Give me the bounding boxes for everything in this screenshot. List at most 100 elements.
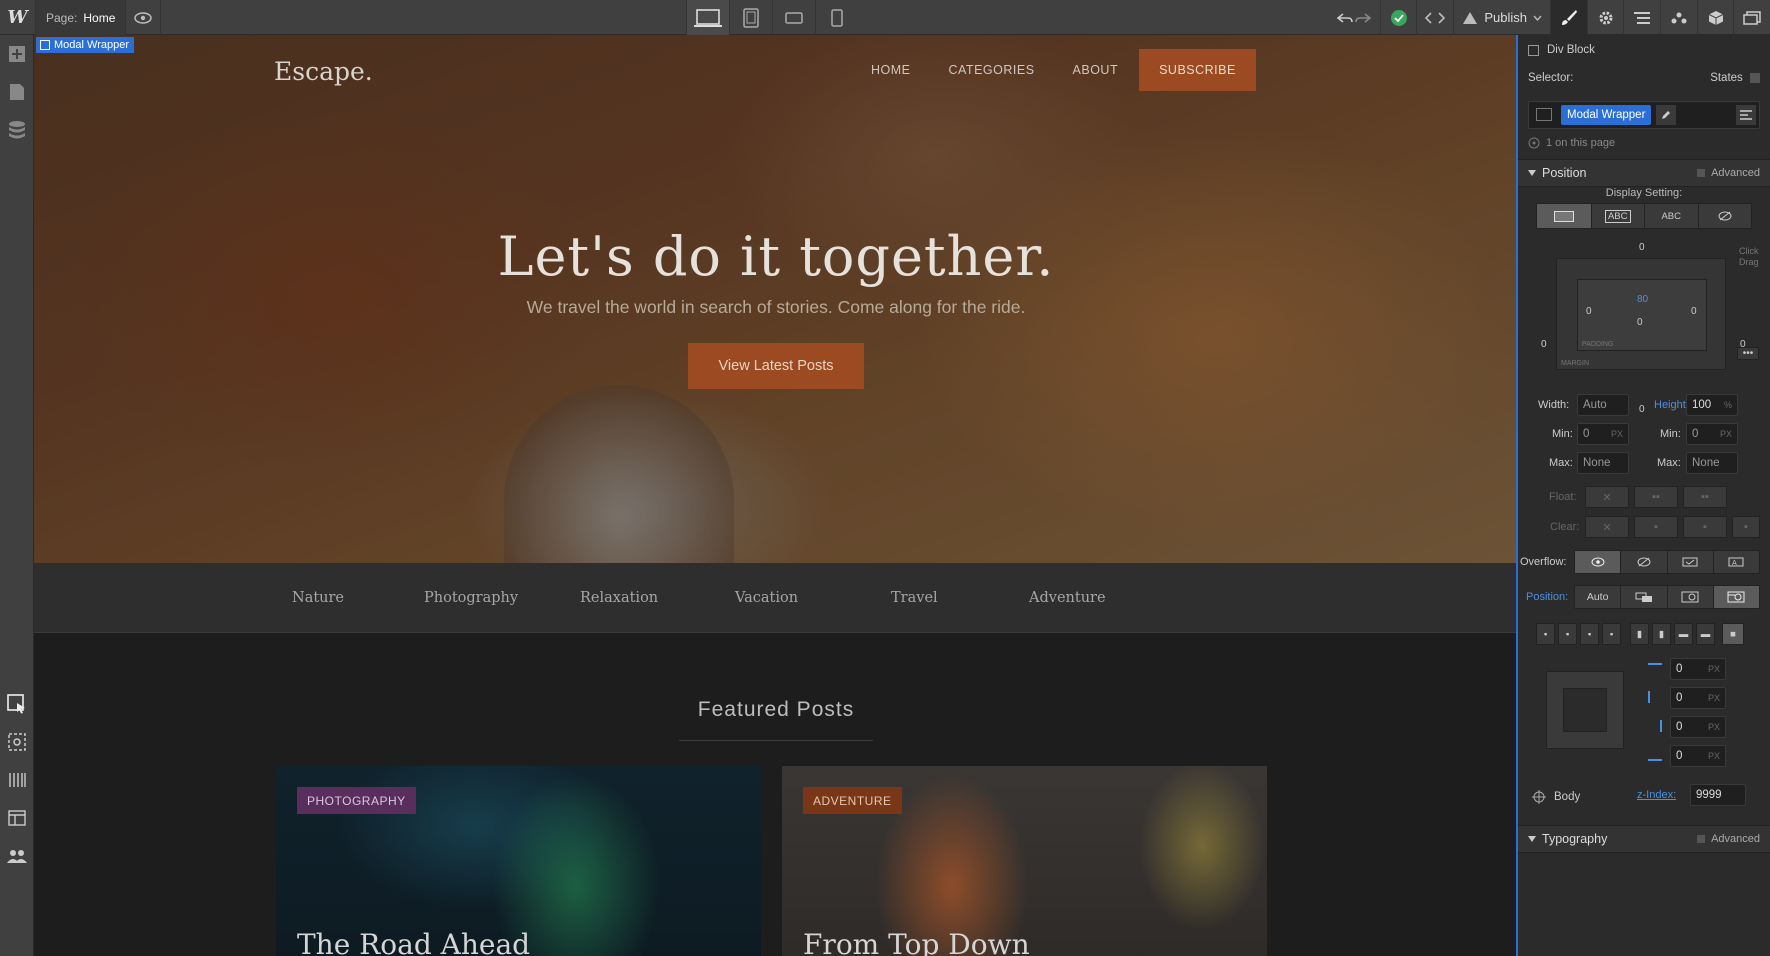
padding-box[interactable]: 80 0 0 0 PADDING <box>1577 279 1707 351</box>
clear-left-button[interactable]: ▪ <box>1634 516 1678 538</box>
webflow-logo[interactable]: W <box>0 0 36 35</box>
cms-database-icon[interactable] <box>0 111 34 149</box>
nav-about[interactable]: ABOUT <box>1054 49 1138 91</box>
design-canvas[interactable]: Escape. HOME CATEGORIES ABOUT SUBSCRIBE … <box>34 35 1518 956</box>
overflow-scroll-icon[interactable] <box>1666 551 1713 573</box>
add-elements-icon[interactable] <box>0 35 34 73</box>
padding-top-value[interactable]: 80 <box>1637 294 1648 305</box>
preset-top-right-icon[interactable]: ▪ <box>1558 623 1577 645</box>
desktop-view-icon[interactable] <box>686 0 729 35</box>
selector-menu-icon[interactable] <box>1736 105 1756 125</box>
style-brush-icon[interactable] <box>1550 0 1587 35</box>
offset-left-input[interactable]: 0 PX <box>1670 687 1726 709</box>
advanced-toggle[interactable]: Advanced <box>1697 167 1760 179</box>
width-input[interactable]: Auto <box>1577 394 1629 416</box>
display-inline-block-button[interactable]: ABC <box>1590 204 1645 228</box>
position-section-header[interactable]: Position Advanced <box>1518 159 1770 187</box>
preset-top-left-icon[interactable]: ▪ <box>1536 623 1555 645</box>
states-dropdown[interactable]: States <box>1710 72 1760 84</box>
position-fixed-icon[interactable] <box>1712 586 1759 608</box>
z-index-input[interactable]: 9999 <box>1690 784 1746 806</box>
margin-bottom-value[interactable]: 0 <box>1639 404 1645 415</box>
advanced-toggle[interactable]: Advanced <box>1697 833 1760 845</box>
mobile-landscape-view-icon[interactable] <box>772 0 815 35</box>
display-none-icon[interactable] <box>1697 204 1752 228</box>
selected-element-tag[interactable]: Modal Wrapper <box>36 37 134 53</box>
post-title[interactable]: The Road Ahead <box>297 928 530 956</box>
preset-bottom-right-icon[interactable]: ▪ <box>1602 623 1621 645</box>
hero-subtitle[interactable]: We travel the world in search of stories… <box>34 297 1516 318</box>
interactions-icon[interactable] <box>1660 0 1697 35</box>
selector-chip[interactable]: Modal Wrapper <box>1561 105 1652 125</box>
post-category-tag[interactable]: ADVENTURE <box>803 787 902 814</box>
margin-left-value[interactable]: 0 <box>1541 339 1547 350</box>
hero-section[interactable]: Escape. HOME CATEGORIES ABOUT SUBSCRIBE … <box>34 35 1516 563</box>
min-height-input[interactable]: 0 PX <box>1686 423 1738 445</box>
float-none-button[interactable]: ✕ <box>1585 486 1629 508</box>
pages-icon[interactable] <box>0 73 34 111</box>
display-block-button[interactable] <box>1537 204 1591 228</box>
box-model-editor[interactable]: MARGIN 80 0 0 0 PADDING <box>1556 258 1726 370</box>
asset-manager-icon[interactable] <box>1733 0 1770 35</box>
category-adventure[interactable]: Adventure <box>1029 563 1106 633</box>
more-options-icon[interactable]: ••• <box>1737 347 1759 360</box>
edit-class-icon[interactable] <box>1656 105 1676 125</box>
relative-to-body[interactable]: Body <box>1554 791 1580 803</box>
tablet-view-icon[interactable] <box>729 0 772 35</box>
display-inline-button[interactable]: ABC <box>1644 204 1698 228</box>
page-selector[interactable]: Page: Home <box>36 0 127 35</box>
undo-redo[interactable] <box>1328 0 1380 35</box>
category-nature[interactable]: Nature <box>292 563 344 633</box>
position-auto-button[interactable]: Auto <box>1575 586 1620 608</box>
featured-posts-heading[interactable]: Featured Posts <box>34 698 1516 722</box>
max-width-input[interactable]: None <box>1577 452 1629 474</box>
margin-top-value[interactable]: 0 <box>1639 242 1645 253</box>
nav-categories[interactable]: CATEGORIES <box>930 49 1054 91</box>
code-export-icon[interactable] <box>1416 0 1453 35</box>
padding-right-value[interactable]: 0 <box>1691 306 1697 317</box>
collaborators-icon[interactable] <box>0 837 34 875</box>
clear-both-button[interactable]: ▪ <box>1732 516 1760 538</box>
preset-right-icon[interactable]: ▮ <box>1652 623 1671 645</box>
offset-top-input[interactable]: 0 PX <box>1670 658 1726 680</box>
nav-home[interactable]: HOME <box>852 49 930 91</box>
max-height-input[interactable]: None <box>1686 452 1738 474</box>
category-travel[interactable]: Travel <box>891 563 938 633</box>
float-left-button[interactable]: ▪▪ <box>1634 486 1678 508</box>
position-relative-icon[interactable] <box>1620 586 1666 608</box>
view-latest-posts-button[interactable]: View Latest Posts <box>688 343 864 389</box>
offset-bottom-input[interactable]: 0 PX <box>1670 745 1726 767</box>
x-ray-mode-icon[interactable] <box>0 723 34 761</box>
settings-gear-icon[interactable] <box>1586 0 1624 35</box>
clear-none-button[interactable]: ✕ <box>1585 516 1629 538</box>
clear-right-button[interactable]: ▪ <box>1683 516 1727 538</box>
position-offset-diagram[interactable] <box>1546 671 1624 749</box>
position-absolute-icon[interactable] <box>1666 586 1713 608</box>
offset-right-input[interactable]: 0 PX <box>1670 716 1726 738</box>
saved-check-icon[interactable] <box>1380 0 1416 35</box>
post-card[interactable]: ADVENTURE From Top Down <box>782 766 1267 956</box>
overflow-hidden-icon[interactable] <box>1620 551 1666 573</box>
padding-left-value[interactable]: 0 <box>1586 306 1592 317</box>
padding-bottom-value[interactable]: 0 <box>1637 317 1643 328</box>
category-vacation[interactable]: Vacation <box>735 563 798 633</box>
selector-field[interactable]: Modal Wrapper <box>1528 101 1760 129</box>
category-photography[interactable]: Photography <box>424 563 518 633</box>
symbols-cube-icon[interactable] <box>1696 0 1734 35</box>
hero-title[interactable]: Let's do it together. <box>34 225 1516 288</box>
navigator-icon[interactable] <box>1623 0 1660 35</box>
post-category-tag[interactable]: PHOTOGRAPHY <box>297 787 416 814</box>
overflow-auto-icon[interactable]: A <box>1712 551 1759 573</box>
post-card[interactable]: PHOTOGRAPHY The Road Ahead <box>276 766 761 956</box>
preset-left-icon[interactable]: ▮ <box>1630 623 1649 645</box>
typography-section-header[interactable]: Typography Advanced <box>1518 825 1770 853</box>
subscribe-button[interactable]: SUBSCRIBE <box>1139 49 1256 91</box>
publish-button[interactable]: Publish <box>1453 0 1550 35</box>
preset-full-icon[interactable]: ■ <box>1722 623 1744 645</box>
preview-eye-icon[interactable] <box>125 0 161 35</box>
overflow-visible-icon[interactable] <box>1575 551 1621 573</box>
float-right-button[interactable]: ▪▪ <box>1683 486 1727 508</box>
preset-bottom-icon[interactable]: ▬ <box>1674 623 1693 645</box>
preset-bottom-left-icon[interactable]: ▪ <box>1580 623 1599 645</box>
grid-overlay-icon[interactable] <box>0 761 34 799</box>
